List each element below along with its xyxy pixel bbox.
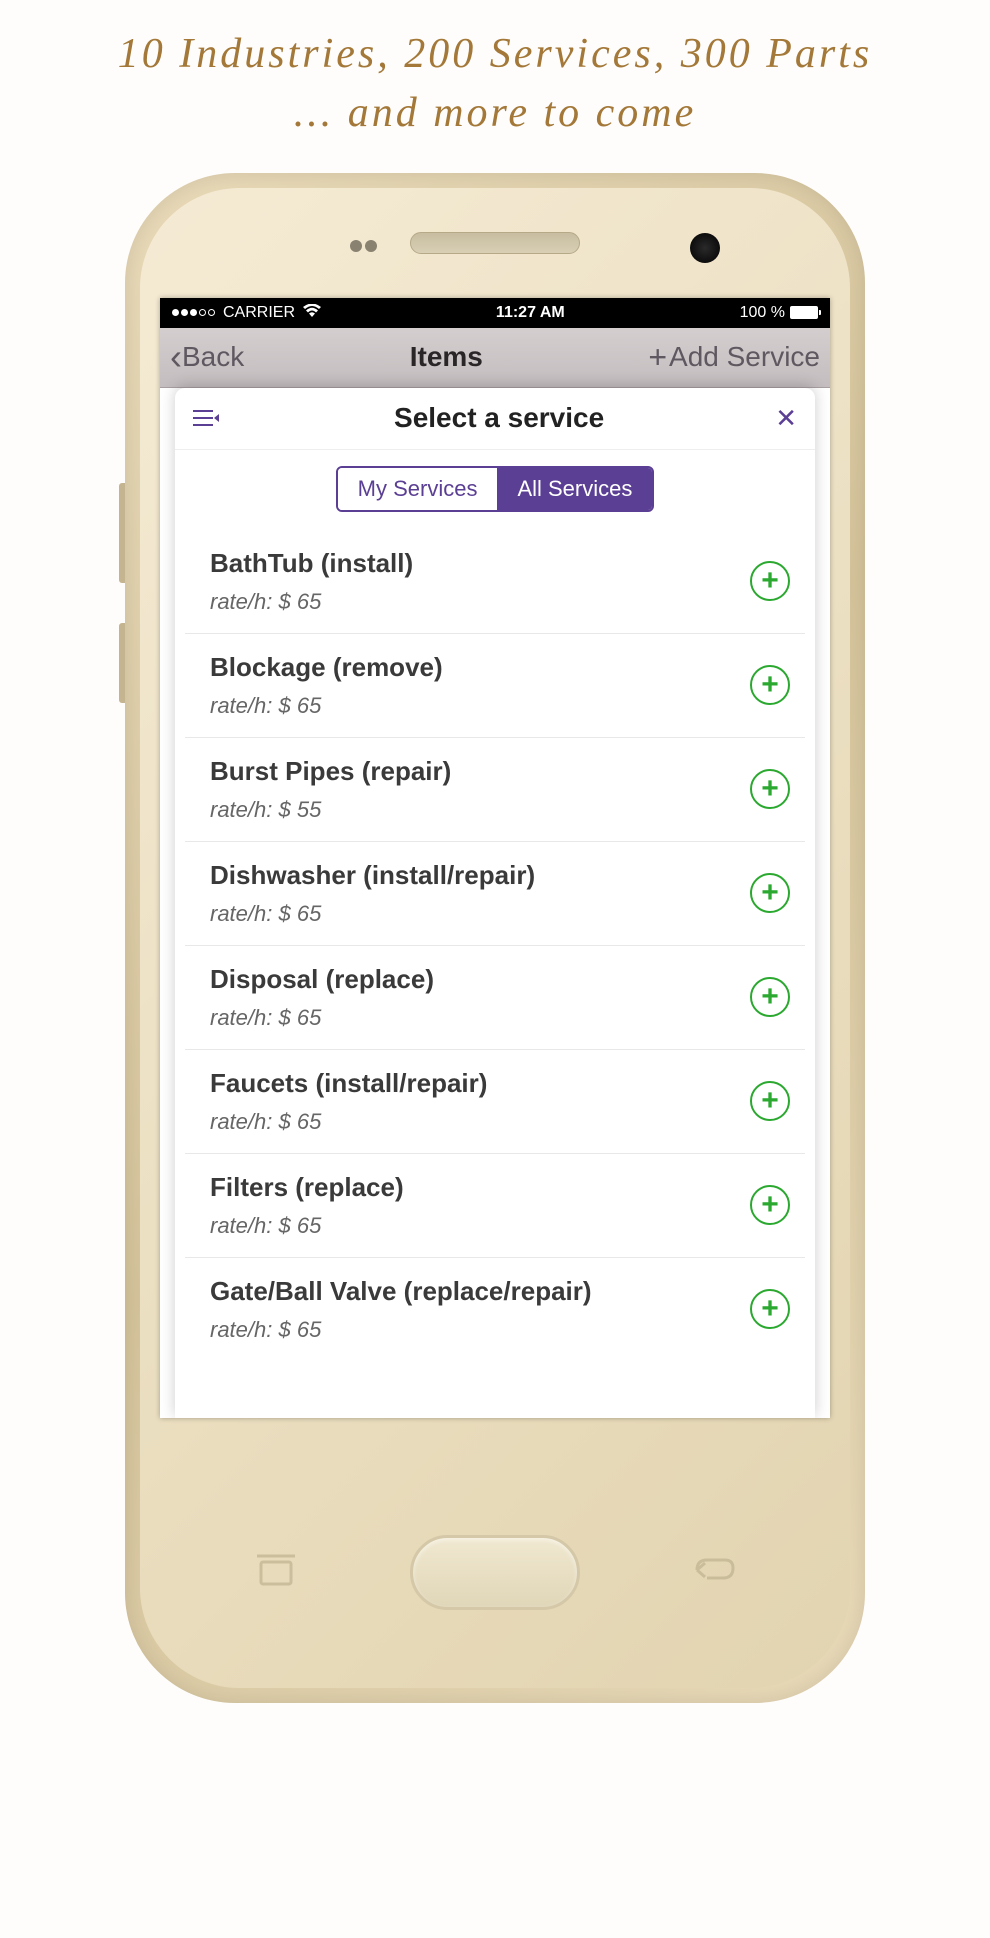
- add-button[interactable]: +: [750, 1081, 790, 1121]
- add-service-label: Add Service: [669, 341, 820, 373]
- add-button[interactable]: +: [750, 1185, 790, 1225]
- tab-my-services[interactable]: My Services: [338, 468, 498, 510]
- service-name: Dishwasher (install/repair): [210, 860, 750, 891]
- service-rate: rate/h: $ 65: [210, 901, 750, 927]
- service-list[interactable]: BathTub (install) rate/h: $ 65 + Blockag…: [175, 530, 815, 1418]
- phone-screen: CARRIER 11:27 AM 100 % ‹ Back: [160, 298, 830, 1418]
- service-name: Filters (replace): [210, 1172, 750, 1203]
- service-filter-segment: My Services All Services: [336, 466, 655, 512]
- carrier-label: CARRIER: [223, 304, 295, 322]
- phone-hardware-top: [140, 188, 850, 298]
- add-button[interactable]: +: [750, 665, 790, 705]
- phone-frame: CARRIER 11:27 AM 100 % ‹ Back: [125, 173, 865, 1703]
- service-name: Disposal (replace): [210, 964, 750, 995]
- back-icon: [687, 1550, 737, 1595]
- add-button[interactable]: +: [750, 977, 790, 1017]
- status-bar: CARRIER 11:27 AM 100 %: [160, 298, 830, 328]
- signal-icon: [172, 309, 215, 316]
- service-name: Gate/Ball Valve (replace/repair): [210, 1276, 750, 1307]
- add-service-button[interactable]: + Add Service: [648, 339, 820, 376]
- phone-hardware-bottom: [140, 1418, 850, 1688]
- add-button[interactable]: +: [750, 769, 790, 809]
- service-rate: rate/h: $ 65: [210, 1213, 750, 1239]
- plus-icon: +: [648, 339, 667, 376]
- marketing-line2: ... and more to come: [40, 84, 950, 143]
- service-rate: rate/h: $ 65: [210, 1005, 750, 1031]
- marketing-headline: 10 Industries, 200 Services, 300 Parts .…: [0, 0, 990, 153]
- status-time: 11:27 AM: [496, 304, 565, 322]
- battery-icon: [790, 306, 818, 319]
- service-name: BathTub (install): [210, 548, 750, 579]
- back-label: Back: [182, 341, 244, 373]
- service-rate: rate/h: $ 65: [210, 693, 750, 719]
- service-item[interactable]: Disposal (replace) rate/h: $ 65 +: [185, 946, 805, 1050]
- add-button[interactable]: +: [750, 1289, 790, 1329]
- menu-icon[interactable]: [193, 409, 223, 427]
- recent-apps-icon: [253, 1550, 303, 1595]
- service-item[interactable]: Burst Pipes (repair) rate/h: $ 55 +: [185, 738, 805, 842]
- modal-title: Select a service: [394, 402, 604, 434]
- service-item[interactable]: Gate/Ball Valve (replace/repair) rate/h:…: [185, 1258, 805, 1361]
- add-button[interactable]: +: [750, 873, 790, 913]
- tab-all-services[interactable]: All Services: [497, 468, 652, 510]
- service-name: Faucets (install/repair): [210, 1068, 750, 1099]
- service-item[interactable]: Faucets (install/repair) rate/h: $ 65 +: [185, 1050, 805, 1154]
- close-icon[interactable]: ✕: [775, 403, 797, 434]
- back-button[interactable]: ‹ Back: [170, 336, 244, 378]
- service-item[interactable]: Filters (replace) rate/h: $ 65 +: [185, 1154, 805, 1258]
- service-item[interactable]: Blockage (remove) rate/h: $ 65 +: [185, 634, 805, 738]
- select-service-modal: Select a service ✕ My Services All Servi…: [175, 388, 815, 1418]
- service-name: Blockage (remove): [210, 652, 750, 683]
- service-rate: rate/h: $ 65: [210, 1317, 750, 1343]
- home-button[interactable]: [410, 1535, 580, 1610]
- nav-bar: ‹ Back Items + Add Service: [160, 328, 830, 388]
- add-button[interactable]: +: [750, 561, 790, 601]
- chevron-left-icon: ‹: [170, 336, 182, 378]
- battery-percent: 100 %: [740, 304, 785, 322]
- page-title: Items: [410, 341, 483, 373]
- marketing-line1: 10 Industries, 200 Services, 300 Parts: [40, 25, 950, 84]
- service-rate: rate/h: $ 65: [210, 1109, 750, 1135]
- service-name: Burst Pipes (repair): [210, 756, 750, 787]
- wifi-icon: [303, 304, 321, 321]
- service-item[interactable]: BathTub (install) rate/h: $ 65 +: [185, 530, 805, 634]
- service-rate: rate/h: $ 55: [210, 797, 750, 823]
- service-item[interactable]: Dishwasher (install/repair) rate/h: $ 65…: [185, 842, 805, 946]
- service-rate: rate/h: $ 65: [210, 589, 750, 615]
